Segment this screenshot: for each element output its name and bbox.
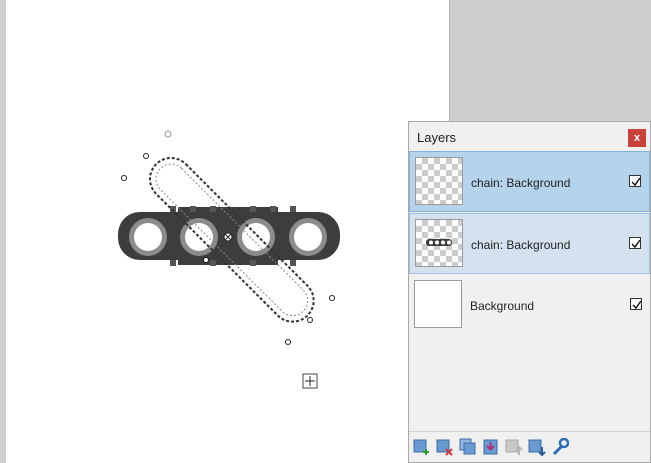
checkmark-icon: [631, 239, 641, 249]
layer-thumbnail: [414, 280, 462, 328]
delete-layer-icon[interactable]: [436, 438, 454, 456]
pivot-icon[interactable]: [223, 232, 233, 242]
layer-row-background[interactable]: Background: [409, 275, 650, 336]
layer-row-chain-2[interactable]: chain: Background: [409, 213, 650, 274]
properties-icon[interactable]: [551, 438, 569, 456]
layer-row-chain-1[interactable]: chain: Background: [409, 151, 650, 212]
layer-visibility-checkbox[interactable]: [630, 298, 642, 310]
layers-toolbar: [409, 431, 650, 462]
move-cursor-icon: [302, 373, 318, 389]
duplicate-layer-icon[interactable]: [459, 438, 477, 456]
move-up-icon[interactable]: [505, 438, 523, 456]
layers-panel[interactable]: Layers x chain: Background chain: Backgr…: [408, 121, 651, 463]
layer-name: chain: Background: [471, 176, 571, 190]
merge-down-icon[interactable]: [482, 438, 500, 456]
close-button[interactable]: x: [628, 129, 646, 147]
checkmark-icon: [631, 177, 641, 187]
rotation-handle[interactable]: [164, 130, 172, 138]
add-layer-icon[interactable]: [413, 438, 431, 456]
chain-thumbnail-icon: [426, 239, 452, 246]
layer-thumbnail: [415, 219, 463, 267]
layer-name: chain: Background: [471, 238, 571, 252]
move-down-icon[interactable]: [528, 438, 546, 456]
layer-thumbnail: [415, 157, 463, 205]
layer-visibility-checkbox[interactable]: [629, 175, 641, 187]
layer-visibility-checkbox[interactable]: [629, 237, 641, 249]
checkmark-icon: [632, 300, 642, 310]
layers-panel-title: Layers: [417, 130, 457, 145]
layer-name: Background: [470, 299, 535, 313]
